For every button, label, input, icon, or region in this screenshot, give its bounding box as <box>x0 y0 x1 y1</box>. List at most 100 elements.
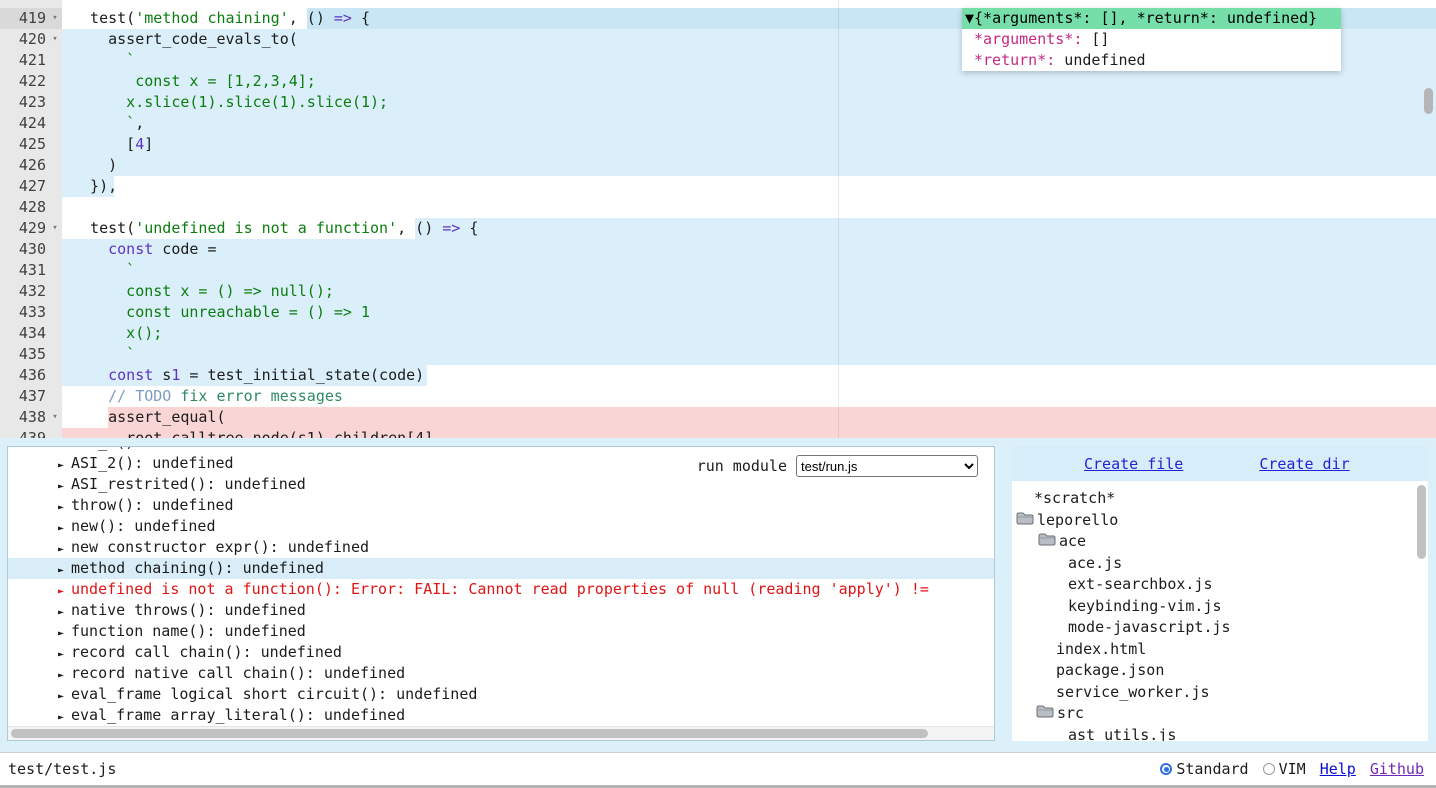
eval-result-tooltip[interactable]: ▼{*arguments*: [], *return*: undefined} … <box>962 8 1341 71</box>
code-line-content[interactable]: `, <box>62 113 1436 134</box>
expand-triangle-icon[interactable]: ► <box>58 686 71 705</box>
editor-line[interactable]: 436 const s1 = test_initial_state(code) <box>0 365 1436 386</box>
gutter-cell[interactable]: 437 <box>0 386 62 407</box>
gutter-cell[interactable]: 428 <box>0 197 62 218</box>
tree-folder-item[interactable]: leporello <box>1012 510 1428 532</box>
results-horizontal-scrollbar[interactable] <box>8 726 994 740</box>
editor-line[interactable]: 439 root_calltree_node(s1).children[4] <box>0 428 1436 438</box>
code-line-content[interactable]: }), <box>62 176 1436 197</box>
gutter-cell[interactable]: 436 <box>0 365 62 386</box>
tree-file-item[interactable]: service_worker.js <box>1012 682 1428 704</box>
expand-triangle-icon[interactable]: ► <box>58 497 71 516</box>
expand-triangle-icon[interactable]: ► <box>58 602 71 621</box>
radio-selected-icon[interactable] <box>1160 763 1172 775</box>
test-result-item[interactable]: ►throw(): undefined <box>8 495 994 516</box>
tree-folder-item[interactable]: src <box>1012 703 1428 725</box>
test-result-item[interactable]: ►eval_frame logical short circuit(): und… <box>8 684 994 705</box>
gutter-cell[interactable]: 422 <box>0 71 62 92</box>
expand-triangle-icon[interactable]: ► <box>58 644 71 663</box>
code-line-content[interactable]: const s1 = test_initial_state(code) <box>62 365 1436 386</box>
gutter-cell[interactable]: 420▾ <box>0 29 62 50</box>
code-line-content[interactable]: ` <box>62 344 1436 365</box>
editor-line[interactable]: 426 ) <box>0 155 1436 176</box>
code-line-content[interactable]: x(); <box>62 323 1436 344</box>
expand-triangle-icon[interactable]: ► <box>58 539 71 558</box>
gutter-cell[interactable]: 434 <box>0 323 62 344</box>
gutter-cell[interactable]: 425 <box>0 134 62 155</box>
gutter-cell[interactable]: 423 <box>0 92 62 113</box>
editor-line[interactable]: 432 const x = () => null(); <box>0 281 1436 302</box>
tooltip-entry[interactable]: *return*: undefined <box>962 50 1341 71</box>
editor-line[interactable]: 429▾ test('undefined is not a function',… <box>0 218 1436 239</box>
radio-unselected-icon[interactable] <box>1263 763 1275 775</box>
code-line-content[interactable]: // TODO fix error messages <box>62 386 1436 407</box>
expand-triangle-icon[interactable]: ► <box>58 476 71 495</box>
test-result-item[interactable]: ►ASI_restrited(): undefined <box>8 474 994 495</box>
test-result-item[interactable]: ►native throws(): undefined <box>8 600 994 621</box>
editor-line[interactable]: 425 [4] <box>0 134 1436 155</box>
code-line-content[interactable]: const x = () => null(); <box>62 281 1436 302</box>
expand-triangle-icon[interactable]: ► <box>58 560 71 579</box>
test-result-item[interactable]: ►new(): undefined <box>8 516 994 537</box>
test-result-item[interactable]: ►undefined is not a function(): Error: F… <box>8 579 994 600</box>
github-link[interactable]: Github <box>1370 760 1424 778</box>
editor-line[interactable]: 422 const x = [1,2,3,4]; <box>0 71 1436 92</box>
code-line-content[interactable]: test('undefined is not a function', () =… <box>62 218 1436 239</box>
editor-line[interactable]: 437 // TODO fix error messages <box>0 386 1436 407</box>
tree-file-item[interactable]: package.json <box>1012 660 1428 682</box>
gutter-cell[interactable]: 419▾ <box>0 8 62 29</box>
gutter-cell[interactable]: 429▾ <box>0 218 62 239</box>
expand-triangle-icon[interactable]: ► <box>58 455 71 474</box>
expand-triangle-icon[interactable]: ► <box>58 581 71 600</box>
gutter-cell[interactable]: 430 <box>0 239 62 260</box>
tooltip-header[interactable]: ▼{*arguments*: [], *return*: undefined} <box>962 8 1341 29</box>
tree-folder-item[interactable]: ace <box>1012 531 1428 553</box>
gutter-cell[interactable]: 421 <box>0 50 62 71</box>
tree-file-item[interactable]: ext-searchbox.js <box>1012 574 1428 596</box>
gutter-cell[interactable]: 438▾ <box>0 407 62 428</box>
editor-scrollbar-thumb[interactable] <box>1424 88 1433 114</box>
code-editor[interactable]: 419▾ test('method chaining', () => {420▾… <box>0 0 1436 438</box>
code-line-content[interactable]: const code = <box>62 239 1436 260</box>
gutter-cell[interactable]: 426 <box>0 155 62 176</box>
help-link[interactable]: Help <box>1320 760 1356 778</box>
editor-line[interactable]: 430 const code = <box>0 239 1436 260</box>
editor-line[interactable]: 427 }), <box>0 176 1436 197</box>
expand-triangle-icon[interactable]: ► <box>58 665 71 684</box>
tree-file-item[interactable]: keybinding-vim.js <box>1012 596 1428 618</box>
gutter-cell[interactable]: 435 <box>0 344 62 365</box>
fold-toggle-icon[interactable]: ▾ <box>48 407 62 428</box>
create-file-link[interactable]: Create file <box>1084 455 1183 473</box>
editor-line[interactable]: 424 `, <box>0 113 1436 134</box>
expand-triangle-icon[interactable]: ► <box>58 623 71 642</box>
test-result-item[interactable]: ►eval_frame array_literal(): undefined <box>8 705 994 726</box>
gutter-cell[interactable]: 439 <box>0 428 62 438</box>
files-scrollbar-thumb[interactable] <box>1417 485 1426 559</box>
expand-triangle-icon[interactable]: ► <box>58 518 71 537</box>
gutter-cell[interactable]: 427 <box>0 176 62 197</box>
gutter-cell[interactable]: 433 <box>0 302 62 323</box>
tree-file-item[interactable]: index.html <box>1012 639 1428 661</box>
test-result-item[interactable]: ►function name(): undefined <box>8 621 994 642</box>
editor-line[interactable]: 428 <box>0 197 1436 218</box>
vim-keybinding-radio[interactable]: VIM <box>1263 760 1306 778</box>
expand-triangle-icon[interactable]: ► <box>58 707 71 726</box>
editor-line[interactable]: 423 x.slice(1).slice(1).slice(1); <box>0 92 1436 113</box>
code-line-content[interactable]: ) <box>62 155 1436 176</box>
tree-file-item[interactable]: *scratch* <box>1012 488 1428 510</box>
code-line-content[interactable]: const x = [1,2,3,4]; <box>62 71 1436 92</box>
editor-line[interactable]: 431 ` <box>0 260 1436 281</box>
fold-toggle-icon[interactable]: ▾ <box>48 218 62 239</box>
test-result-item[interactable]: ►record native call chain(): undefined <box>8 663 994 684</box>
run-module-select[interactable]: test/run.js <box>796 455 978 477</box>
tooltip-entry[interactable]: *arguments*: [] <box>962 29 1341 50</box>
tree-file-item[interactable]: ast_utils.js <box>1012 725 1428 742</box>
editor-line[interactable]: 434 x(); <box>0 323 1436 344</box>
create-dir-link[interactable]: Create dir <box>1259 455 1349 473</box>
test-result-item[interactable]: ►new constructor expr(): undefined <box>8 537 994 558</box>
gutter-cell[interactable]: 432 <box>0 281 62 302</box>
code-line-content[interactable]: assert_equal( <box>62 407 1436 428</box>
fold-toggle-icon[interactable]: ▾ <box>48 29 62 50</box>
code-line-content[interactable]: ` <box>62 260 1436 281</box>
code-line-content[interactable]: [4] <box>62 134 1436 155</box>
